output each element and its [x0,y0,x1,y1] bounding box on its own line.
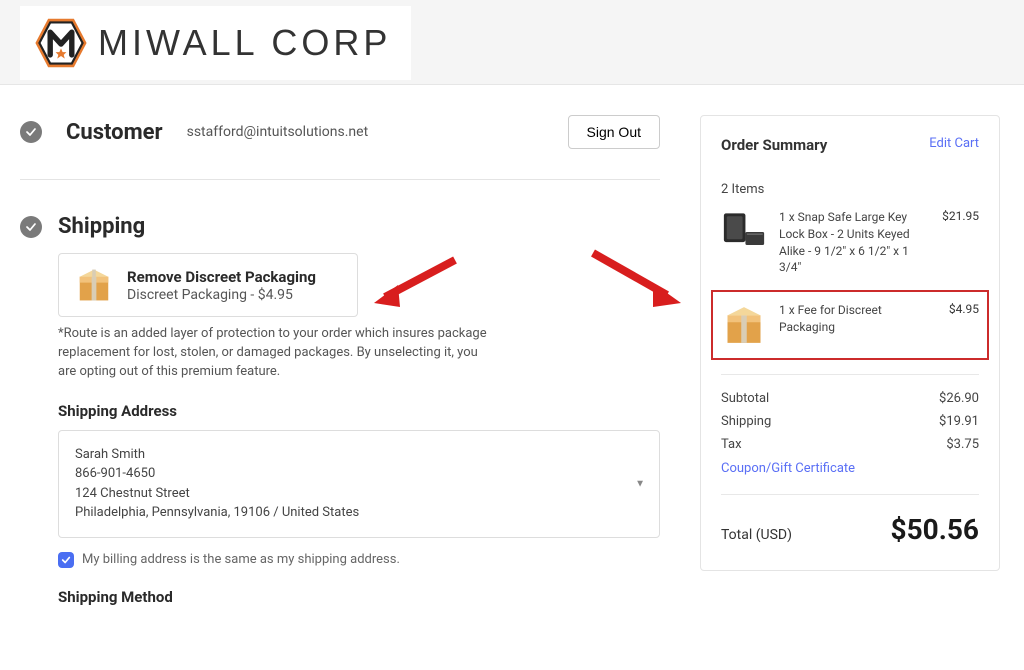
header-band: MIWALL CORP [0,0,1024,85]
items-count: 2 Items [721,182,979,197]
customer-section: Customer sstafford@intuitsolutions.net S… [20,115,660,149]
product-thumb-icon [721,209,767,255]
tax-row: Tax $3.75 [721,437,979,452]
discreet-sub: Discreet Packaging - $4.95 [127,287,316,303]
subtotal-row: Subtotal $26.90 [721,391,979,406]
address-locality: Philadelphia, Pennsylvania, 19106 / Unit… [75,503,643,523]
customer-heading: Customer [66,120,163,145]
discreet-packaging-toggle[interactable]: Remove Discreet Packaging Discreet Packa… [58,253,358,317]
cart-item-highlighted: 1 x Fee for Discreet Packaging $4.95 [711,290,989,360]
shipping-method-heading: Shipping Method [58,588,660,606]
discreet-title: Remove Discreet Packaging [127,268,316,286]
address-street: 124 Chestnut Street [75,484,643,504]
address-phone: 866-901-4650 [75,464,643,484]
customer-email: sstafford@intuitsolutions.net [187,124,369,140]
summary-title: Order Summary [721,136,827,154]
total-row: Total (USD) $50.56 [721,513,979,546]
order-summary: Order Summary Edit Cart 2 Items 1 x Snap… [700,115,1000,571]
summary-divider [721,494,979,495]
brand-mark-icon [34,16,88,70]
checkbox-checked-icon [58,552,74,568]
shipping-section: Shipping Remove Discreet Packaging Discr… [20,214,660,606]
coupon-link[interactable]: Coupon/Gift Certificate [721,461,855,476]
item-name: 1 x Snap Safe Large Key Lock Box - 2 Uni… [779,209,930,276]
brand-name: MIWALL CORP [98,22,391,64]
brand-logo: MIWALL CORP [20,6,411,80]
billing-same-checkbox[interactable]: My billing address is the same as my shi… [58,552,660,568]
package-icon [721,302,767,348]
summary-divider [721,374,979,375]
item-name: 1 x Fee for Discreet Packaging [779,302,937,336]
check-icon [20,121,42,143]
section-divider [20,179,660,180]
item-price: $21.95 [942,209,979,223]
check-icon [20,216,42,238]
shipping-address-heading: Shipping Address [58,402,660,420]
address-name: Sarah Smith [75,445,643,465]
edit-cart-link[interactable]: Edit Cart [929,136,979,151]
billing-same-label: My billing address is the same as my shi… [82,552,400,567]
sign-out-button[interactable]: Sign Out [568,115,660,149]
cart-item: 1 x Snap Safe Large Key Lock Box - 2 Uni… [721,209,979,276]
chevron-down-icon: ▼ [635,478,645,489]
route-disclaimer: *Route is an added layer of protection t… [58,325,498,382]
package-icon [75,266,113,304]
shipping-heading: Shipping [58,214,145,239]
shipping-row: Shipping $19.91 [721,414,979,429]
item-price: $4.95 [949,302,979,316]
shipping-address-select[interactable]: Sarah Smith 866-901-4650 124 Chestnut St… [58,430,660,538]
